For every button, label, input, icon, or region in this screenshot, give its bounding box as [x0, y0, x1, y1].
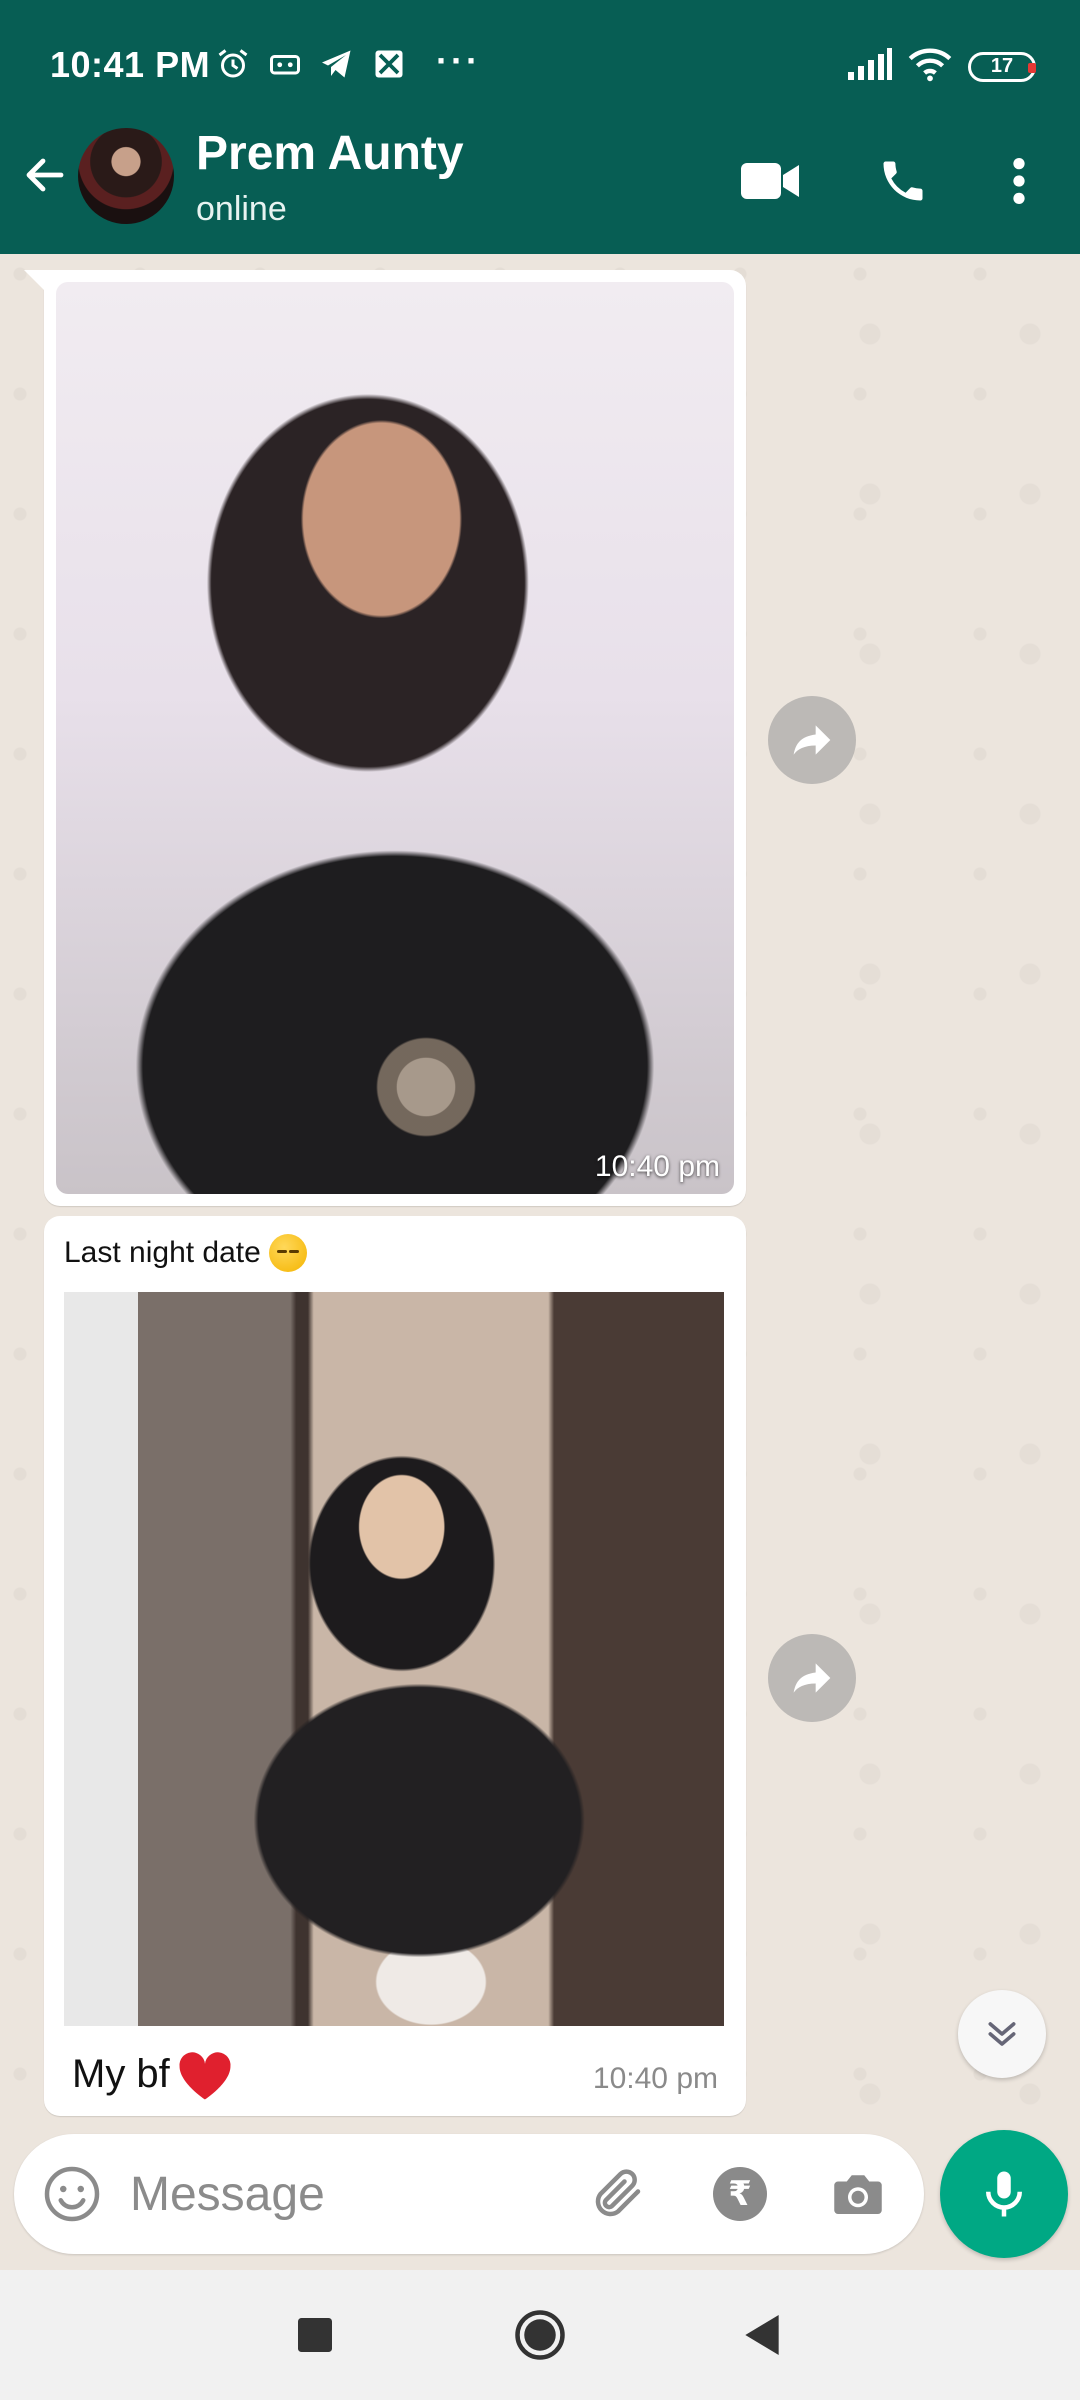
message-composer: ₹	[14, 2134, 924, 2254]
vr-icon	[267, 46, 303, 82]
contact-avatar[interactable]	[78, 128, 174, 224]
chat-header: Prem Aunty online	[0, 120, 1080, 254]
message-time: 10:40 pm	[594, 1150, 720, 1183]
video-camera-icon	[741, 163, 799, 199]
relieved-face-emoji-icon	[268, 1234, 307, 1272]
system-navigation-bar	[0, 2270, 1080, 2400]
battery-low-icon	[1028, 62, 1036, 73]
signal-icon	[848, 48, 892, 85]
app-notification-icon	[371, 46, 407, 82]
back-button[interactable]	[18, 148, 72, 202]
message-photo-selfie[interactable]: 10:40 pm	[56, 282, 734, 1194]
photo-content	[138, 1292, 724, 2026]
home-button[interactable]	[505, 2300, 575, 2370]
message-caption-bottom: My bf	[72, 2046, 236, 2102]
red-heart-icon	[179, 2052, 231, 2100]
status-bar: 10:41 PM ··· 17	[0, 0, 1080, 130]
square-icon	[298, 2318, 332, 2352]
kebab-menu-icon	[1013, 158, 1025, 204]
alarm-icon	[215, 46, 251, 82]
forward-button-2[interactable]	[768, 1634, 856, 1722]
forward-button-1[interactable]	[768, 696, 856, 784]
status-notification-icons	[215, 44, 407, 84]
message-caption-top: Last night date	[64, 1234, 726, 1272]
microphone-icon	[986, 2171, 1022, 2217]
message-input[interactable]	[130, 2154, 570, 2234]
message-bubble-image-1[interactable]: 10:40 pm	[24, 270, 746, 1206]
emoji-button[interactable]	[36, 2158, 108, 2230]
more-notifications-icon: ···	[436, 40, 481, 81]
paperclip-icon	[595, 2169, 641, 2217]
camera-icon	[834, 2175, 882, 2214]
chat-messages-area[interactable]: 10:40 pm Last night date My bf 10:40 pm	[0, 254, 1080, 2130]
battery-level: 17	[990, 55, 1014, 77]
message-photo-date[interactable]	[64, 1292, 724, 2026]
recents-button[interactable]	[280, 2300, 350, 2370]
smiley-icon	[44, 2166, 100, 2222]
contact-status: online	[196, 190, 287, 228]
payment-button[interactable]: ₹	[704, 2158, 776, 2230]
caption-text: Last night date	[64, 1236, 261, 1269]
app-header: 10:41 PM ··· 17 Prem Aunty online	[0, 0, 1080, 254]
attach-button[interactable]	[582, 2158, 654, 2230]
rupee-icon: ₹	[713, 2167, 767, 2221]
caption-text: My bf	[72, 2051, 170, 2096]
triangle-back-icon	[745, 2315, 779, 2355]
voice-call-button[interactable]	[868, 146, 938, 216]
message-time: 10:40 pm	[592, 2062, 718, 2095]
bubble-tail	[24, 270, 46, 292]
telegram-icon	[319, 46, 355, 82]
status-right-icons: 17	[848, 46, 1036, 87]
scroll-to-bottom-button[interactable]	[958, 1990, 1046, 2078]
back-nav-button[interactable]	[727, 2300, 797, 2370]
home-circle-icon	[515, 2310, 565, 2360]
wifi-icon	[908, 46, 952, 87]
video-call-button[interactable]	[736, 146, 806, 216]
shirt-print	[366, 1012, 486, 1162]
forward-arrow-icon	[793, 1663, 831, 1693]
message-bubble-image-2[interactable]: Last night date My bf 10:40 pm	[44, 1216, 746, 2116]
double-chevron-down-icon	[988, 2022, 1016, 2046]
phone-icon	[883, 161, 923, 201]
contact-name[interactable]: Prem Aunty	[196, 126, 464, 181]
status-time: 10:41 PM	[50, 44, 211, 85]
arrow-left-icon	[26, 158, 64, 192]
forward-arrow-icon	[793, 725, 831, 755]
battery-indicator: 17	[968, 51, 1036, 82]
voice-message-button[interactable]	[940, 2130, 1068, 2258]
more-options-button[interactable]	[984, 146, 1054, 216]
camera-button[interactable]	[822, 2158, 894, 2230]
